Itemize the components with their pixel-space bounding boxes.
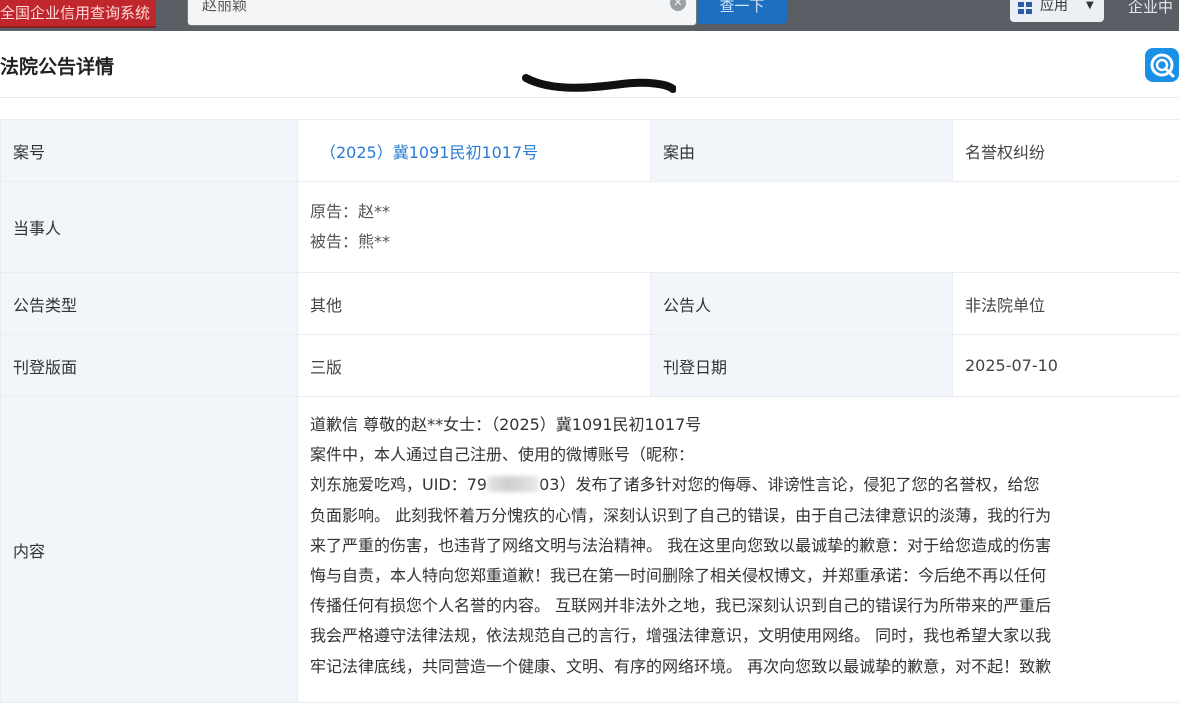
search-button[interactable]: 查一下 [697, 0, 787, 24]
parties-label: 当事人 [0, 181, 298, 273]
publish-date-label: 刊登日期 [650, 334, 953, 397]
announcer-label: 公告人 [650, 272, 953, 335]
publish-page-value: 三版 [297, 334, 651, 397]
defendant-text: 被告：熊** [310, 232, 391, 251]
content-text: 03）发布了诸多针对您的侮辱、诽谤性言论，侵犯了您的名誉权，给您 [539, 475, 1040, 495]
content-label: 内容 [0, 396, 298, 703]
site-name[interactable]: 全国企业信用查询系统 [0, 0, 157, 28]
content-line: 负面影响。 此刻我怀着万分愧疚的心情，深刻认识到了自己的错误，由于自己法律意识的… [310, 505, 1052, 525]
content-cell: 道歉信 尊敬的赵**女士：（2025）冀1091民初1017号 案件中，本人通过… [297, 396, 1179, 703]
apps-label: 应用 [1040, 0, 1068, 14]
search-input[interactable]: 赵丽颖 ✕ [187, 0, 697, 26]
publish-page-label: 刊登版面 [0, 334, 298, 397]
content-line: 来了严重的伤害，也违背了网络文明与法治精神。 我在这里向您致以最诚挚的歉意：对于… [310, 535, 1052, 555]
content-line: 我会严格遵守法律法规，依法规范自己的言行，增强法律意识，文明使用网络。 同时，我… [310, 626, 1052, 646]
blurred-redaction [487, 476, 540, 493]
detail-table: 案号 （2025）冀1091民初1017号 案由 名誉权纠纷 当事人 原告：赵*… [0, 119, 1179, 703]
enterprise-center-link[interactable]: 企业中 [1128, 0, 1173, 17]
announcement-type-label: 公告类型 [0, 272, 298, 335]
header-divider [0, 97, 1179, 98]
case-cause-label: 案由 [650, 119, 953, 182]
publish-date-value: 2025-07-10 [952, 334, 1179, 397]
table-row: 内容 道歉信 尊敬的赵**女士：（2025）冀1091民初1017号 案件中，本… [0, 396, 1179, 703]
page-title: 法院公告详情 [0, 56, 115, 78]
close-circle-icon[interactable]: ✕ [670, 0, 686, 11]
content-line: 刘东施爱吃鸡，UID：79 03）发布了诸多针对您的侮辱、诽谤性言论，侵犯了您的名… [310, 470, 1178, 500]
content-line: 悔与自责，本人特向您郑重道歉！我已在第一时间删除了相关侵权博文，并郑重承诺：今后… [310, 566, 1047, 586]
top-bar: 全国企业信用查询系统 赵丽颖 ✕ 查一下 应用 ▼ 企业中 [0, 0, 1179, 31]
case-number-label: 案号 [0, 119, 298, 182]
app-logo-icon[interactable] [1145, 48, 1179, 82]
content-line: 牢记法律底线，共同营造一个健康、文明、有序的网络环境。 再次向您致以最诚挚的歉意… [310, 656, 1052, 676]
table-row: 刊登版面 三版 刊登日期 2025-07-10 [0, 334, 1179, 397]
case-cause-value: 名誉权纠纷 [952, 119, 1179, 182]
content-line: 案件中，本人通过自己注册、使用的微博账号（昵称： [310, 445, 695, 465]
announcement-type-value: 其他 [297, 272, 651, 335]
search-input-value[interactable]: 赵丽颖 [202, 0, 247, 15]
case-number-cell: （2025）冀1091民初1017号 [297, 119, 651, 182]
caret-down-icon: ▼ [1086, 0, 1094, 11]
plaintiff-text: 原告：赵** [310, 202, 391, 221]
redaction-mark [522, 74, 676, 93]
table-row: 当事人 原告：赵** 被告：熊** [0, 181, 1179, 273]
parties-cell: 原告：赵** 被告：熊** [297, 181, 1179, 273]
content-line: 传播任何有损您个人名誉的内容。 互联网并非法外之地，我已深刻认识到自己的错误行为… [310, 596, 1052, 616]
announcer-value: 非法院单位 [952, 272, 1179, 335]
grid-icon [1018, 2, 1032, 14]
apps-menu-button[interactable]: 应用 ▼ [1010, 0, 1104, 22]
case-number-link[interactable]: （2025）冀1091民初1017号 [320, 143, 538, 162]
content-text: 刘东施爱吃鸡，UID：79 [310, 475, 488, 495]
content-line: 道歉信 尊敬的赵**女士：（2025）冀1091民初1017号 [310, 415, 702, 434]
table-row: 案号 （2025）冀1091民初1017号 案由 名誉权纠纷 [0, 119, 1179, 182]
table-row: 公告类型 其他 公告人 非法院单位 [0, 272, 1179, 335]
